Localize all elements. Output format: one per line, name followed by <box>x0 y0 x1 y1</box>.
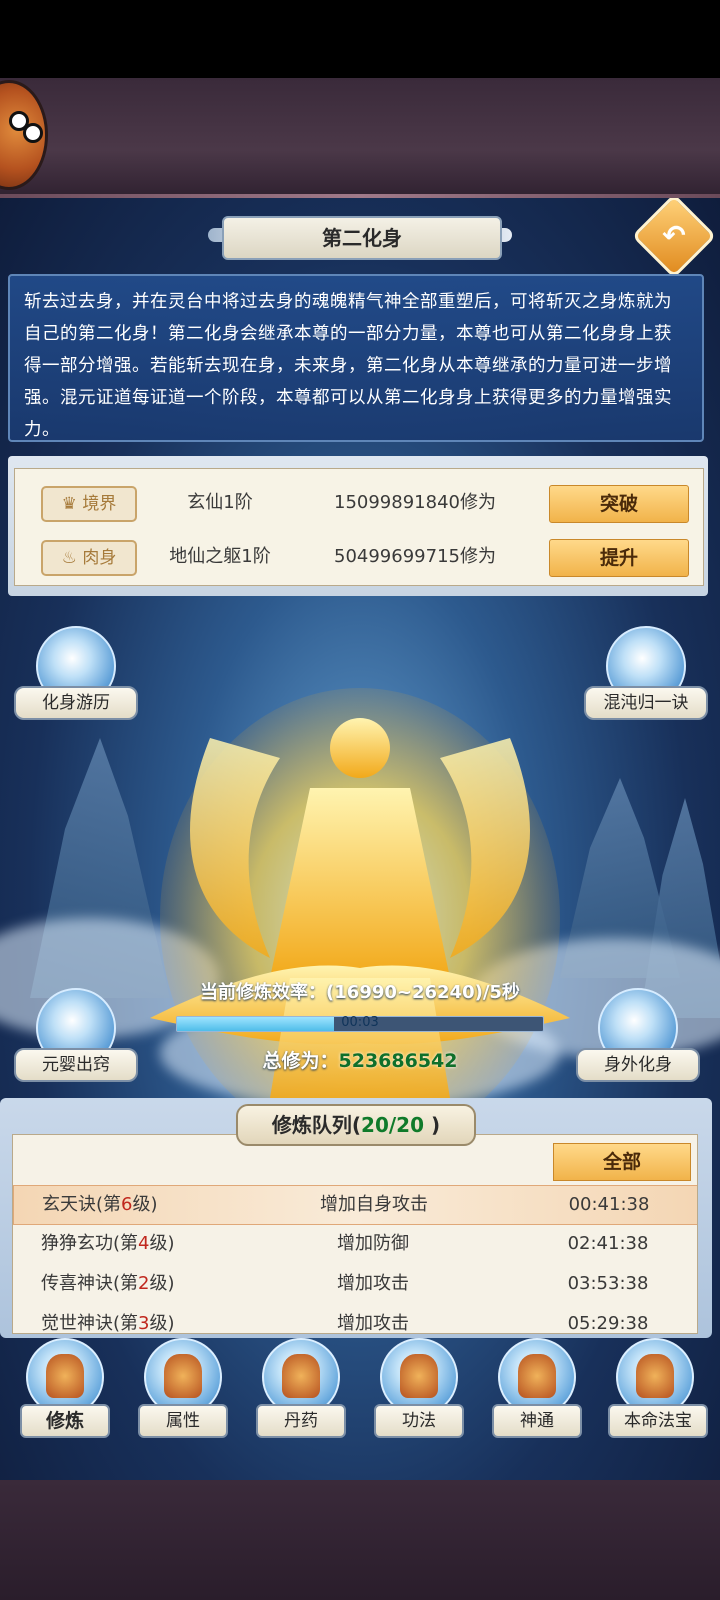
tab-label: 功法 <box>374 1404 464 1438</box>
chaos-skill-button[interactable]: 混沌归一诀 <box>584 626 708 726</box>
realm-name: 玄仙1阶 <box>187 492 253 513</box>
tab-attributes[interactable]: 属性 <box>130 1338 230 1448</box>
body-tag-label: 肉身 <box>82 548 117 568</box>
bottom-banner <box>0 1480 720 1600</box>
skill-time: 00:41:38 <box>568 1194 650 1215</box>
breakthrough-button[interactable]: 突破 <box>549 485 689 523</box>
training-queue-panel: 全部 玄天诀(第6级) 增加自身攻击 00:41:38 狰狰玄功(第4级) 增加… <box>0 1098 712 1338</box>
return-arrow-icon: ↶ <box>662 219 686 252</box>
description-text: 斩去过去身，并在灵台中将过去身的魂魄精气神全部重塑后，可将斩灭之身炼就为自己的第… <box>24 292 672 440</box>
skill-time: 05:29:38 <box>567 1313 649 1334</box>
chaos-skill-label: 混沌归一诀 <box>584 686 708 720</box>
stat-row-body: ♨ 肉身 地仙之躯1阶 50499699715修为 提升 <box>15 537 703 577</box>
main-panel: 第二化身 ↶ 斩去过去身，并在灵台中将过去身的魂魄精气神全部重塑后，可将斩灭之身… <box>0 198 720 1480</box>
total-label: 总修为： <box>262 1050 339 1072</box>
tab-divine-powers[interactable]: 神通 <box>484 1338 584 1448</box>
skill-name: 觉世神诀(第3级) <box>41 1313 175 1334</box>
skill-name: 狰狰玄功(第4级) <box>41 1233 175 1254</box>
status-bar <box>0 0 720 78</box>
all-button[interactable]: 全部 <box>553 1143 691 1181</box>
body-tag: ♨ 肉身 <box>41 540 137 576</box>
stat-row-realm: ♛ 境界 玄仙1阶 15099891840修为 突破 <box>15 483 703 523</box>
tab-elixir[interactable]: 丹药 <box>248 1338 348 1448</box>
cultivation-progress-bar: 00:03 <box>176 1015 544 1032</box>
realm-value: 15099891840修为 <box>334 492 496 513</box>
queue-row[interactable]: 玄天诀(第6级) 增加自身攻击 00:41:38 <box>13 1185 697 1225</box>
top-banner <box>0 78 720 198</box>
back-button[interactable]: ↶ <box>631 198 717 279</box>
tab-label: 本命法宝 <box>608 1404 708 1438</box>
total-cultivation: 总修为：523686542 <box>100 1046 620 1073</box>
skill-effect: 增加自身攻击 <box>320 1194 428 1215</box>
tab-label: 神通 <box>492 1404 582 1438</box>
total-value: 523686542 <box>338 1050 458 1072</box>
skill-time: 03:53:38 <box>567 1273 649 1294</box>
journey-label: 化身游历 <box>14 686 138 720</box>
realm-tag: ♛ 境界 <box>41 486 137 522</box>
avatar-eye-icon <box>23 123 43 143</box>
tab-label: 丹药 <box>256 1404 346 1438</box>
page-title: 第二化身 <box>222 216 502 260</box>
tab-techniques[interactable]: 功法 <box>366 1338 466 1448</box>
skill-effect: 增加攻击 <box>337 1273 409 1294</box>
bottom-tab-bar: 修炼 属性 丹药 功法 神通 本命法宝 <box>0 1338 720 1480</box>
description-panel: 斩去过去身，并在灵台中将过去身的魂魄精气神全部重塑后，可将斩灭之身炼就为自己的第… <box>8 274 704 442</box>
skill-name: 玄天诀(第6级) <box>42 1194 158 1215</box>
journey-button[interactable]: 化身游历 <box>14 626 138 726</box>
body-value: 50499699715修为 <box>334 546 496 567</box>
queue-row[interactable]: 传喜神诀(第2级) 增加攻击 03:53:38 <box>13 1265 697 1303</box>
queue-title: 修炼队列(20/20 ) <box>236 1104 476 1146</box>
tab-label: 属性 <box>138 1404 228 1438</box>
tab-cultivate[interactable]: 修炼 <box>12 1338 112 1448</box>
tab-artifact[interactable]: 本命法宝 <box>602 1338 710 1448</box>
skill-time: 02:41:38 <box>567 1233 649 1254</box>
crown-icon: ♛ <box>61 494 83 514</box>
upgrade-button[interactable]: 提升 <box>549 539 689 577</box>
skill-effect: 增加防御 <box>337 1233 409 1254</box>
body-name: 地仙之躯1阶 <box>169 546 271 567</box>
queue-row[interactable]: 觉世神诀(第3级) 增加攻击 05:29:38 <box>13 1305 697 1334</box>
realm-tag-label: 境界 <box>82 494 117 514</box>
queue-list: 全部 玄天诀(第6级) 增加自身攻击 00:41:38 狰狰玄功(第4级) 增加… <box>12 1134 698 1334</box>
cultivation-rate: 当前修炼效率：(16990~26240)/5秒 <box>200 982 520 1003</box>
skill-effect: 增加攻击 <box>337 1313 409 1334</box>
flame-icon: ♨ <box>61 548 83 568</box>
skill-name: 传喜神诀(第2级) <box>41 1273 175 1294</box>
tab-label: 修炼 <box>20 1404 110 1438</box>
stats-inner: ♛ 境界 玄仙1阶 15099891840修为 突破 ♨ 肉身 地仙之躯1阶 5… <box>14 468 704 586</box>
stats-panel: ♛ 境界 玄仙1阶 15099891840修为 突破 ♨ 肉身 地仙之躯1阶 5… <box>8 456 708 596</box>
queue-row[interactable]: 狰狰玄功(第4级) 增加防御 02:41:38 <box>13 1225 697 1263</box>
progress-timer: 00:03 <box>341 1015 379 1030</box>
